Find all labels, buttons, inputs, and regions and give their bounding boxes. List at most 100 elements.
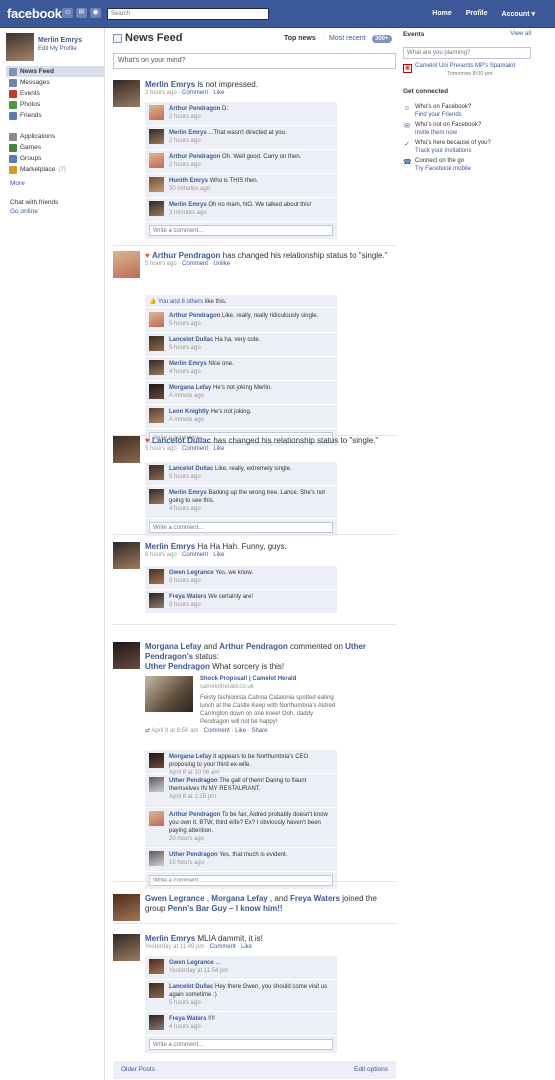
sidebar-item-marketplace[interactable]: Marketplace (7) (6, 164, 104, 175)
avatar[interactable] (149, 465, 164, 480)
commenter-name-link[interactable]: Arthur Pendragon (169, 106, 220, 112)
facebook-logo[interactable]: facebook (7, 6, 62, 21)
unlike-link[interactable]: Unlike (213, 261, 230, 267)
avatar[interactable] (113, 542, 140, 569)
avatar[interactable] (149, 593, 164, 608)
commenter-name-link[interactable]: Lancelot Dullac (169, 984, 213, 990)
shared-link-title[interactable]: Shock Proposal! | Camelot Herald (200, 676, 296, 682)
connect-item[interactable]: ☺ Who's on Facebook? Find your Friends (403, 104, 531, 121)
event-planning-input[interactable]: What are you planning? (403, 47, 531, 59)
group-link[interactable]: Penn's Bar Guy – I know him!! (168, 904, 283, 913)
actor-name-link[interactable]: Merlin Emrys (145, 542, 195, 551)
like-link[interactable]: Like (213, 552, 224, 558)
write-comment-input[interactable]: Write a comment... (149, 225, 333, 236)
edit-profile-link[interactable]: Edit My Profile (38, 46, 77, 52)
avatar[interactable] (149, 959, 164, 974)
connect-action-link[interactable]: Track your invitations (415, 148, 471, 154)
connect-item[interactable]: ✓ Who's here because of you? Track your in… (403, 140, 531, 157)
sidebar-item-news-feed[interactable]: News Feed (6, 66, 104, 77)
search-input[interactable]: Search (107, 8, 269, 20)
sidebar-item-games[interactable]: Games (6, 142, 104, 153)
go-online-link[interactable]: Go online (10, 208, 38, 215)
commenter-name-link[interactable]: Merlin Emrys (169, 361, 207, 367)
sidebar-item-groups[interactable]: Groups (6, 153, 104, 164)
avatar[interactable] (149, 1015, 164, 1030)
commenter-name-link[interactable]: Uther Pendragon (169, 778, 218, 784)
avatar[interactable] (149, 312, 164, 327)
status-author-link[interactable]: Uther Pendragon (145, 662, 210, 671)
friend-requests-icon[interactable]: ☺ (62, 8, 73, 18)
avatar[interactable] (113, 80, 140, 107)
avatar[interactable] (149, 811, 164, 826)
like-link[interactable]: Like (213, 446, 224, 452)
connect-action-link[interactable]: Try Facebook mobile (415, 166, 471, 172)
avatar[interactable] (149, 177, 164, 192)
tab-most-recent[interactable]: Most recent (329, 35, 366, 42)
messages-icon[interactable]: ✉ (76, 8, 87, 18)
avatar[interactable] (149, 360, 164, 375)
avatar[interactable] (149, 336, 164, 351)
sidebar-item-photos[interactable]: Photos (6, 99, 104, 110)
commenter-name-link[interactable]: Merlin Emrys (169, 490, 207, 496)
commenter-name-link[interactable]: Gwen Legrance (169, 960, 214, 966)
comment-link[interactable]: Comment (204, 728, 230, 734)
sidebar-item-messages[interactable]: Messages (6, 77, 104, 88)
actor-name-link[interactable]: Morgana Lefay (145, 642, 201, 651)
home-link[interactable]: Home (432, 10, 451, 18)
actor-name-link[interactable]: Morgana Lefay (211, 894, 267, 903)
avatar[interactable] (149, 569, 164, 584)
write-comment-input[interactable]: Write a comment... (149, 522, 333, 533)
like-link[interactable]: Like (241, 944, 252, 950)
likes-others-link[interactable]: 8 others (182, 299, 204, 305)
comment-link[interactable]: Comment (182, 446, 208, 452)
link-thumbnail[interactable] (145, 676, 193, 712)
avatar[interactable] (149, 489, 164, 504)
older-posts-link[interactable]: Older Posts (121, 1066, 155, 1073)
write-comment-input[interactable]: Write a comment... (149, 1039, 333, 1050)
account-menu[interactable]: Account ▾ (502, 10, 535, 18)
connect-item[interactable]: ✉ Who's not on Facebook? Invite them now (403, 122, 531, 139)
sidebar-item-applications[interactable]: Applications (6, 131, 104, 142)
actor-name-link[interactable]: Merlin Emrys (145, 934, 195, 943)
commenter-name-link[interactable]: Arthur Pendragon (169, 154, 220, 160)
profile-link[interactable]: Profile (466, 10, 488, 18)
comment-link[interactable]: Comment (182, 90, 208, 96)
commenter-name-link[interactable]: Arthur Pendragon (169, 313, 220, 319)
avatar[interactable] (149, 384, 164, 399)
actor-name-link[interactable]: Arthur Pendragon (152, 251, 220, 260)
comment-link[interactable]: Comment (182, 552, 208, 558)
view-all-link[interactable]: View all (510, 31, 531, 37)
commenter-name-link[interactable]: Morgana Lefay (169, 385, 211, 391)
sidebar-item-events[interactable]: Events (6, 88, 104, 99)
commenter-name-link[interactable]: Morgana Lefay (169, 754, 211, 760)
like-link[interactable]: Like (213, 90, 224, 96)
avatar[interactable] (149, 201, 164, 216)
avatar[interactable] (113, 436, 140, 463)
actor-name-link[interactable]: Merlin Emrys (145, 80, 195, 89)
avatar[interactable] (149, 851, 164, 866)
connect-action-link[interactable]: Invite them now (415, 130, 457, 136)
commenter-name-link[interactable]: Leon Knightly (169, 409, 209, 415)
notifications-icon[interactable]: ◉ (90, 8, 101, 18)
commenter-name-link[interactable]: Uther Pendragon (169, 852, 218, 858)
commenter-name-link[interactable]: Hunith Emrys (169, 178, 208, 184)
avatar[interactable] (149, 153, 164, 168)
comment-link[interactable]: Comment (182, 261, 208, 267)
avatar[interactable] (149, 983, 164, 998)
commenter-name-link[interactable]: Lancelot Dullac (169, 337, 213, 343)
avatar[interactable] (113, 251, 140, 278)
avatar[interactable] (149, 753, 164, 768)
edit-options-link[interactable]: Edit options (354, 1066, 388, 1073)
more-link[interactable]: More (10, 180, 25, 187)
profile-name[interactable]: Merlin Emrys (38, 37, 82, 44)
share-link[interactable]: Share (251, 728, 267, 734)
event-link[interactable]: Camelot Uni Presents MP's Spamalot (415, 63, 531, 70)
like-link[interactable]: Like (235, 728, 246, 734)
connect-item[interactable]: ☎ Connect on the go Try Facebook mobile (403, 158, 531, 175)
tab-top-news[interactable]: Top news (284, 35, 316, 42)
commenter-name-link[interactable]: Freya Waters (169, 594, 206, 600)
avatar[interactable] (149, 777, 164, 792)
avatar[interactable] (149, 105, 164, 120)
sidebar-item-friends[interactable]: Friends (6, 110, 104, 121)
comment-link[interactable]: Comment (210, 944, 236, 950)
